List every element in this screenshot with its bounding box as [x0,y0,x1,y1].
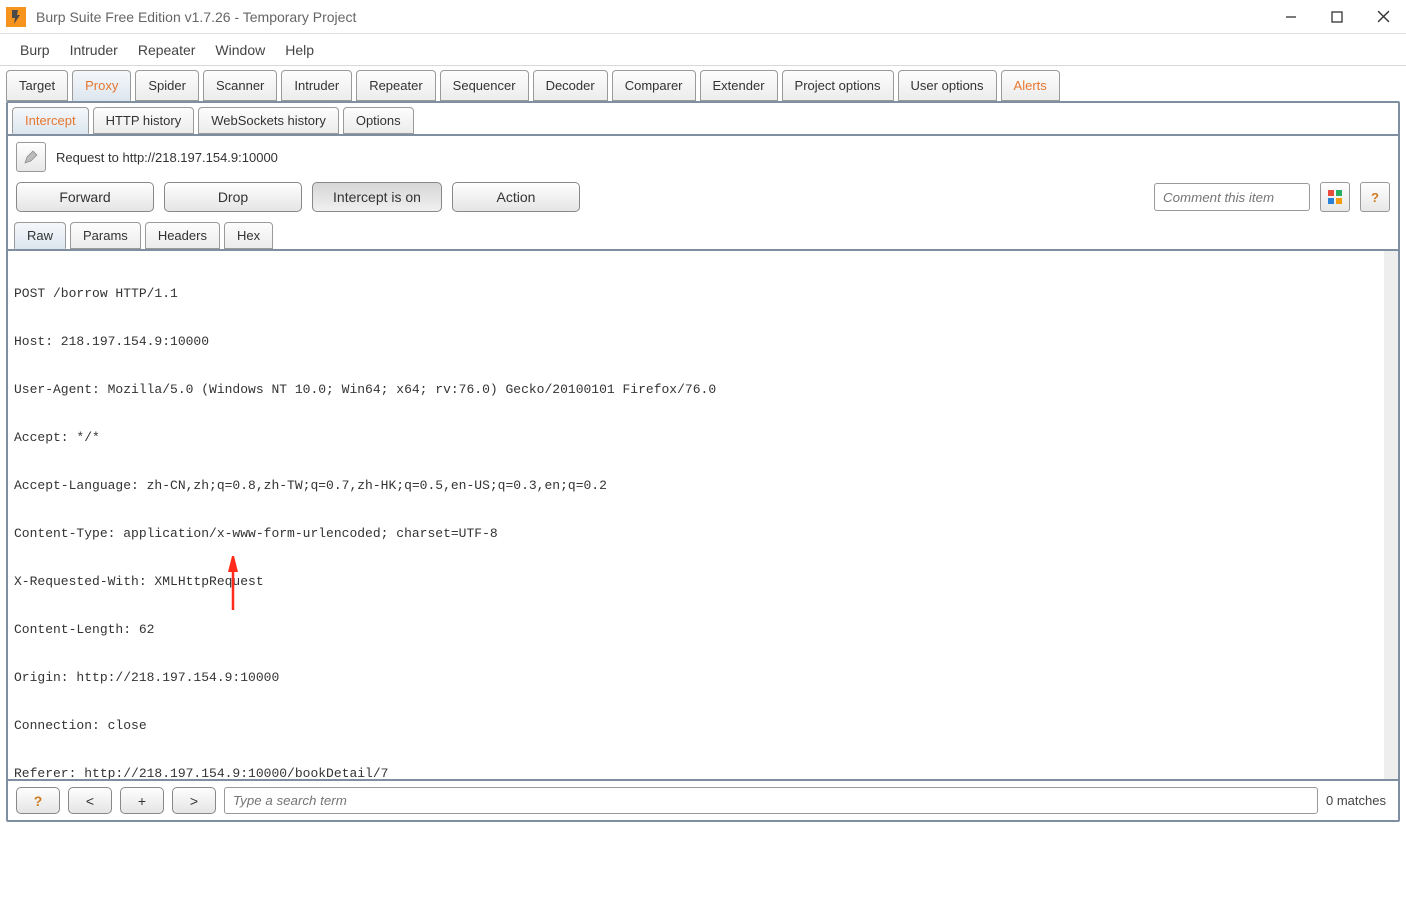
raw-line: Referer: http://218.197.154.9:10000/book… [14,765,1378,779]
search-next-button[interactable]: > [172,787,216,814]
menu-help[interactable]: Help [277,38,322,62]
tab-proxy[interactable]: Proxy [72,70,131,101]
menu-burp[interactable]: Burp [12,38,58,62]
burp-logo-icon [6,7,26,27]
edit-request-icon[interactable] [16,142,46,172]
menu-intruder[interactable]: Intruder [62,38,126,62]
tab-user-options[interactable]: User options [898,70,997,101]
window-title: Burp Suite Free Edition v1.7.26 - Tempor… [36,9,356,25]
tab-target[interactable]: Target [6,70,68,101]
main-tab-row: Target Proxy Spider Scanner Intruder Rep… [6,70,1400,101]
menubar: Burp Intruder Repeater Window Help [0,34,1406,66]
tab-extender[interactable]: Extender [700,70,778,101]
message-view-tabs: Raw Params Headers Hex [8,222,1398,251]
raw-line: User-Agent: Mozilla/5.0 (Windows NT 10.0… [14,381,1378,399]
help-button[interactable]: ? [1360,182,1390,212]
tab-spider[interactable]: Spider [135,70,199,101]
subtab-websockets-history[interactable]: WebSockets history [198,107,339,134]
menu-window[interactable]: Window [207,38,273,62]
search-input[interactable] [224,787,1318,814]
raw-line: Accept-Language: zh-CN,zh;q=0.8,zh-TW;q=… [14,477,1378,495]
raw-line: POST /borrow HTTP/1.1 [14,285,1378,303]
view-tab-hex[interactable]: Hex [224,222,273,249]
menu-repeater[interactable]: Repeater [130,38,204,62]
tab-comparer[interactable]: Comparer [612,70,696,101]
tab-intruder[interactable]: Intruder [281,70,352,101]
scroll-down-icon[interactable]: ▼ [1390,766,1396,777]
view-tab-raw[interactable]: Raw [14,222,66,249]
drop-button[interactable]: Drop [164,182,302,212]
search-help-button[interactable]: ? [16,787,60,814]
raw-line: Connection: close [14,717,1378,735]
maximize-button[interactable] [1314,0,1360,34]
view-tab-headers[interactable]: Headers [145,222,220,249]
raw-line: X-Requested-With: XMLHttpRequest [14,573,1378,591]
match-count-label: 0 matches [1326,793,1390,808]
tab-repeater[interactable]: Repeater [356,70,435,101]
highlight-color-button[interactable] [1320,182,1350,212]
raw-line: Host: 218.197.154.9:10000 [14,333,1378,351]
raw-line: Content-Length: 62 [14,621,1378,639]
subtab-options[interactable]: Options [343,107,414,134]
tab-scanner[interactable]: Scanner [203,70,277,101]
subtab-intercept[interactable]: Intercept [12,107,89,134]
search-prev-button[interactable]: < [68,787,112,814]
action-button[interactable]: Action [452,182,580,212]
raw-request-editor[interactable]: POST /borrow HTTP/1.1 Host: 218.197.154.… [8,251,1398,779]
tab-decoder[interactable]: Decoder [533,70,608,101]
tab-sequencer[interactable]: Sequencer [440,70,529,101]
intercept-toggle-button[interactable]: Intercept is on [312,182,442,212]
forward-button[interactable]: Forward [16,182,154,212]
raw-line: Origin: http://218.197.154.9:10000 [14,669,1378,687]
request-target-label: Request to http://218.197.154.9:10000 [56,150,278,165]
tab-project-options[interactable]: Project options [782,70,894,101]
close-button[interactable] [1360,0,1406,34]
minimize-button[interactable] [1268,0,1314,34]
subtab-http-history[interactable]: HTTP history [93,107,195,134]
scroll-up-icon[interactable]: ▲ [1390,253,1396,264]
view-tab-params[interactable]: Params [70,222,141,249]
raw-line: Content-Type: application/x-www-form-url… [14,525,1378,543]
raw-line: Accept: */* [14,429,1378,447]
comment-input[interactable] [1154,183,1310,211]
sub-tab-row: Intercept HTTP history WebSockets histor… [8,103,1398,136]
tab-alerts[interactable]: Alerts [1001,70,1060,101]
titlebar: Burp Suite Free Edition v1.7.26 - Tempor… [0,0,1406,34]
search-bar: ? < + > 0 matches [8,779,1398,820]
search-add-button[interactable]: + [120,787,164,814]
